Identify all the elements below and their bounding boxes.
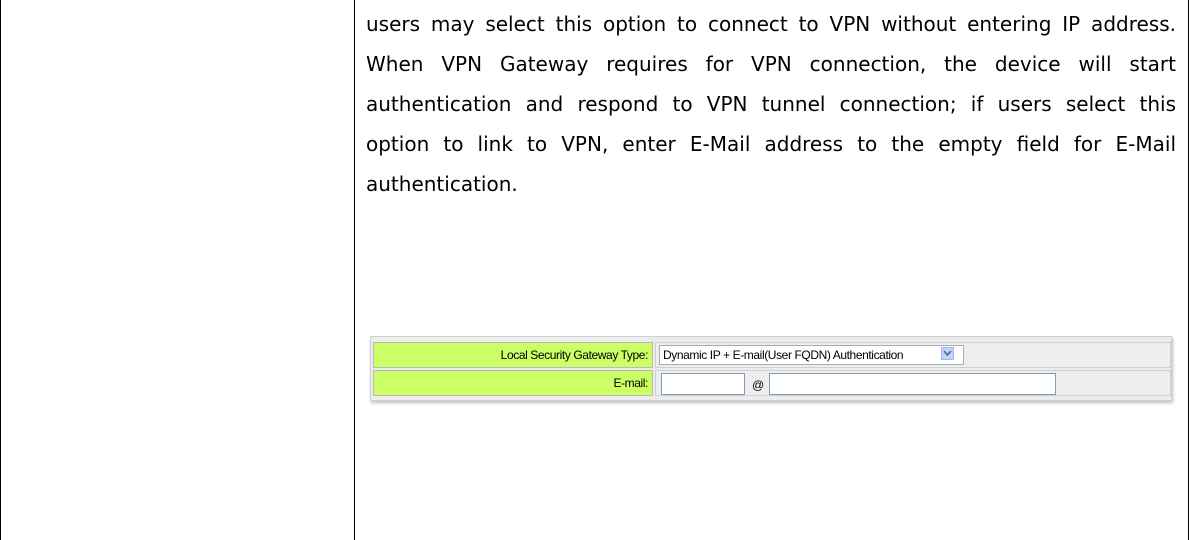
gateway-type-label: Local Security Gateway Type: — [373, 342, 653, 368]
email-row: E-mail: @ — [373, 370, 1171, 396]
gateway-type-row: Local Security Gateway Type: Dynamic IP … — [373, 342, 1171, 368]
vpn-settings-screenshot: Local Security Gateway Type: Dynamic IP … — [370, 336, 1172, 401]
gateway-type-cell: Dynamic IP + E-mail(User FQDN) Authentic… — [655, 342, 1171, 368]
at-sign-label: @ — [752, 378, 765, 392]
email-label: E-mail: — [373, 370, 653, 396]
chevron-down-icon[interactable] — [941, 347, 954, 360]
gateway-type-select[interactable]: Dynamic IP + E-mail(User FQDN) Authentic… — [659, 345, 964, 365]
email-domain-input[interactable] — [769, 373, 1056, 395]
table-left-cell — [0, 0, 355, 540]
email-user-input[interactable] — [661, 373, 745, 395]
option-description: users may select this option to connect … — [366, 12, 1176, 196]
email-cell: @ — [655, 370, 1171, 396]
